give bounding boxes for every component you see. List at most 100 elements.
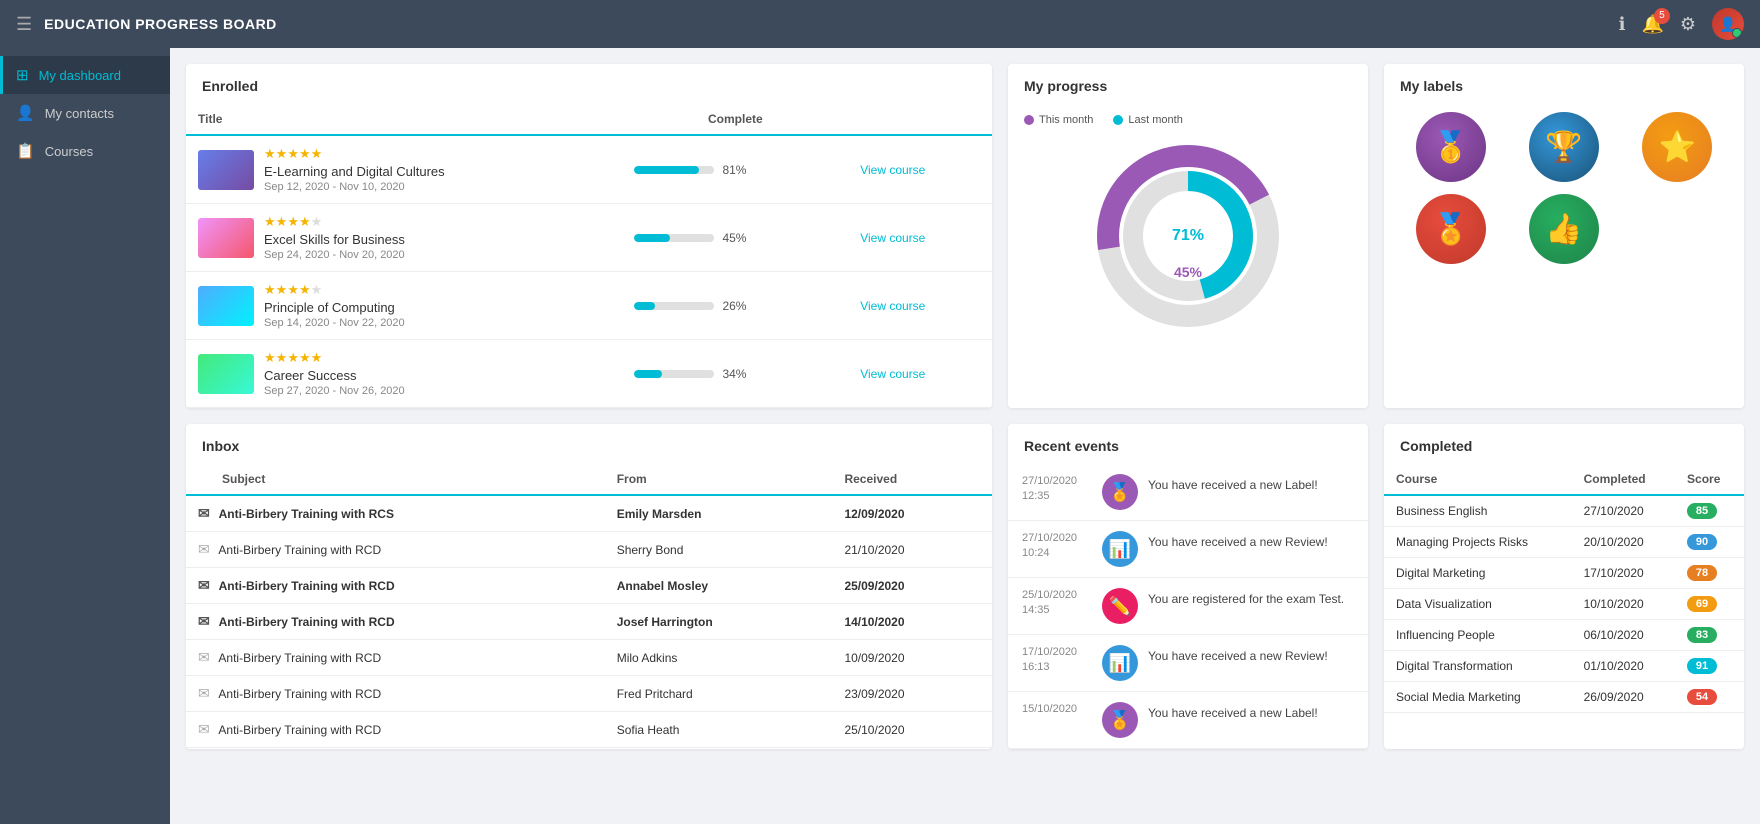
sidebar-item-courses[interactable]: 📋 Courses (0, 132, 170, 170)
star-filled: ★ (299, 350, 311, 365)
completed-row: Digital Marketing 17/10/2020 78 (1384, 558, 1744, 589)
view-course-cell: View course (848, 135, 992, 204)
avatar-image: 👤 (1712, 8, 1744, 40)
enrolled-progress-cell: 45% (622, 204, 848, 272)
inbox-subject-cell: ✉ Anti-Birbery Training with RCD (186, 604, 605, 640)
completed-col-score: Score (1675, 464, 1744, 495)
enrolled-card: Enrolled Title Complete ★★★★★ E-Learning… (186, 64, 992, 408)
star-filled: ★ (287, 146, 299, 161)
this-month-pct: 45% (1174, 264, 1202, 280)
events-list: 27/10/202012:35 🏅 You have received a ne… (1008, 464, 1368, 749)
progress-card: My progress This month Last month (1008, 64, 1368, 408)
progress-bar (634, 234, 714, 242)
labels-grid: 🥇🏆⭐🏅👍 (1384, 104, 1744, 280)
completed-course-name: Digital Transformation (1384, 651, 1572, 682)
inbox-received: 14/10/2020 (844, 615, 904, 629)
legend-this-month: This month (1024, 114, 1093, 126)
mail-icon: ✉ (198, 541, 210, 557)
view-course-cell: View course (848, 272, 992, 340)
enrolled-course-cell: ★★★★★ Excel Skills for Business Sep 24, … (186, 204, 622, 272)
avatar[interactable]: 👤 (1712, 8, 1744, 40)
inbox-from: Josef Harrington (617, 615, 713, 629)
topbar: ☰ EDUCATION PROGRESS BOARD ℹ 🔔 5 ⚙ 👤 (0, 0, 1760, 48)
event-date: 25/10/202014:35 (1022, 588, 1092, 619)
inbox-subject: Anti-Birbery Training with RCD (218, 687, 381, 701)
event-item: 27/10/202010:24 📊 You have received a ne… (1008, 521, 1368, 578)
completed-score-cell: 54 (1675, 682, 1744, 713)
star-filled: ★ (264, 146, 276, 161)
labels-card: My labels 🥇🏆⭐🏅👍 (1384, 64, 1744, 408)
completed-course-date: 06/10/2020 (1572, 620, 1675, 651)
inbox-received-cell: 10/09/2020 (832, 640, 992, 676)
course-name: E-Learning and Digital Cultures (264, 164, 445, 179)
completed-row: Social Media Marketing 26/09/2020 54 (1384, 682, 1744, 713)
inbox-row: ✉ Anti-Birbery Training with RCD Milo Ad… (186, 640, 992, 676)
topbar-actions: ℹ 🔔 5 ⚙ 👤 (1619, 8, 1744, 40)
inbox-from-cell: Milo Adkins (605, 640, 833, 676)
inbox-from-cell: Annabel Mosley (605, 568, 833, 604)
enrolled-row: ★★★★★ Excel Skills for Business Sep 24, … (186, 204, 992, 272)
completed-course-date: 01/10/2020 (1572, 651, 1675, 682)
event-text: You are registered for the exam Test. (1148, 588, 1344, 606)
event-icon: 📊 (1102, 531, 1138, 567)
notifications-icon[interactable]: 🔔 5 (1641, 14, 1663, 35)
completed-row: Data Visualization 10/10/2020 69 (1384, 589, 1744, 620)
inbox-row: ✉ Anti-Birbery Training with RCD Sherry … (186, 532, 992, 568)
inbox-col-from: From (605, 464, 833, 495)
progress-chart-area: This month Last month (1008, 104, 1368, 352)
enrolled-progress-cell: 26% (622, 272, 848, 340)
inbox-received-cell: 25/10/2020 (832, 712, 992, 748)
event-icon: 🏅 (1102, 474, 1138, 510)
settings-icon[interactable]: ⚙ (1680, 14, 1696, 35)
view-course-button[interactable]: View course (860, 163, 925, 177)
main-content: Enrolled Title Complete ★★★★★ E-Learning… (170, 48, 1760, 824)
completed-row: Influencing People 06/10/2020 83 (1384, 620, 1744, 651)
course-name: Excel Skills for Business (264, 232, 405, 247)
event-date: 15/10/2020 (1022, 702, 1092, 717)
sidebar-item-label: My dashboard (39, 68, 121, 83)
progress-percent: 26% (722, 299, 750, 313)
view-course-button[interactable]: View course (860, 367, 925, 381)
progress-legend: This month Last month (1024, 114, 1183, 126)
notification-badge: 5 (1654, 8, 1670, 24)
event-date: 17/10/202016:13 (1022, 645, 1092, 676)
app-title: EDUCATION PROGRESS BOARD (44, 16, 1618, 32)
inbox-subject-cell: ✉ Anti-Birbery Training with RCD (186, 640, 605, 676)
star-filled: ★ (287, 282, 299, 297)
progress-fill (634, 370, 661, 378)
dashboard-icon: ⊞ (16, 66, 29, 84)
star-filled: ★ (276, 214, 288, 229)
completed-table: Course Completed Score Business English … (1384, 464, 1744, 713)
enrolled-row: ★★★★★ E-Learning and Digital Cultures Se… (186, 135, 992, 204)
course-thumbnail (198, 218, 254, 258)
menu-icon[interactable]: ☰ (16, 14, 32, 35)
events-card: Recent events 27/10/202012:35 🏅 You have… (1008, 424, 1368, 749)
sidebar-item-contacts[interactable]: 👤 My contacts (0, 94, 170, 132)
info-icon[interactable]: ℹ (1619, 14, 1626, 35)
donut-chart: 45% 71% (1088, 136, 1288, 336)
view-course-button[interactable]: View course (860, 231, 925, 245)
inbox-subject: Anti-Birbery Training with RCS (219, 507, 394, 521)
enrolled-row: ★★★★★ Principle of Computing Sep 14, 202… (186, 272, 992, 340)
view-course-button[interactable]: View course (860, 299, 925, 313)
sidebar: ⊞ My dashboard 👤 My contacts 📋 Courses (0, 48, 170, 824)
sidebar-item-dashboard[interactable]: ⊞ My dashboard (0, 56, 170, 94)
sidebar-item-label: My contacts (45, 106, 114, 121)
completed-score-cell: 85 (1675, 495, 1744, 527)
label-badge: 🏅 (1416, 194, 1486, 264)
events-header: Recent events (1008, 424, 1368, 464)
course-stars: ★★★★★ (264, 214, 405, 230)
inbox-from: Sofia Heath (617, 723, 680, 737)
inbox-col-received: Received (832, 464, 992, 495)
inbox-received-cell: 23/09/2020 (832, 676, 992, 712)
event-item: 15/10/2020 🏅 You have received a new Lab… (1008, 692, 1368, 749)
inbox-from-cell: Josef Harrington (605, 604, 833, 640)
score-badge: 69 (1687, 596, 1717, 612)
star-filled: ★ (287, 350, 299, 365)
inbox-row: ✉ Anti-Birbery Training with RCD Josef H… (186, 604, 992, 640)
inbox-subject: Anti-Birbery Training with RCD (218, 543, 381, 557)
completed-row: Digital Transformation 01/10/2020 91 (1384, 651, 1744, 682)
star-filled: ★ (299, 214, 311, 229)
star-filled: ★ (299, 146, 311, 161)
progress-fill (634, 234, 670, 242)
